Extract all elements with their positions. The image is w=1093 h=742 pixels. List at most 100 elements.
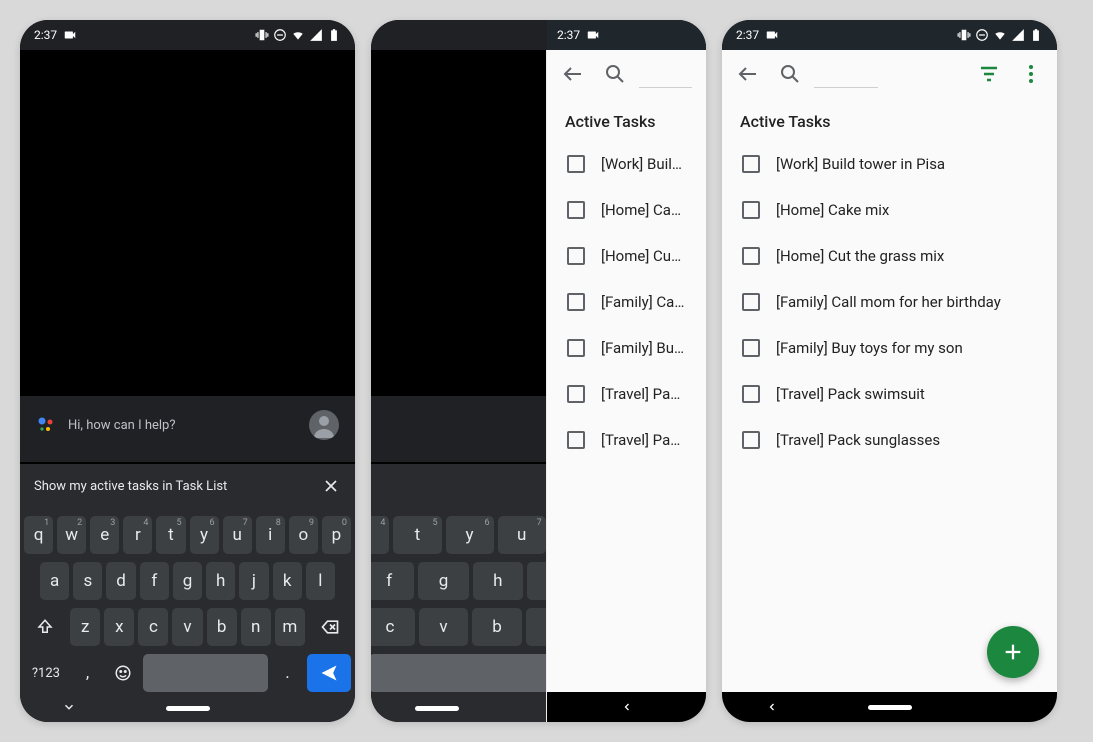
search-input[interactable] [814, 64, 878, 88]
key-h[interactable]: h [473, 562, 523, 600]
task-row[interactable]: [Home] Cut th [555, 233, 698, 279]
key-o[interactable]: o9 [289, 516, 318, 554]
close-icon[interactable] [321, 476, 341, 496]
key-c[interactable]: c [138, 608, 168, 646]
task-checkbox[interactable] [567, 339, 585, 357]
assistant-prompt: Hi, how can I help? [68, 418, 176, 433]
key-u[interactable]: u7 [498, 516, 546, 554]
nav-chevron-down-icon[interactable] [62, 699, 76, 718]
key-l[interactable]: l [306, 562, 335, 600]
overflow-menu-icon[interactable] [1019, 62, 1043, 86]
task-row[interactable]: [Travel] Pack swimsuit [730, 371, 1049, 417]
key-z[interactable]: z [70, 608, 100, 646]
key-q[interactable]: q1 [24, 516, 53, 554]
key-b[interactable]: b [207, 608, 237, 646]
nav-back-icon[interactable] [766, 698, 778, 717]
key-f[interactable]: f [371, 562, 414, 600]
back-icon[interactable] [561, 62, 585, 86]
emoji-key[interactable] [107, 654, 138, 692]
task-row[interactable]: [Family] Call n [555, 279, 698, 325]
send-key[interactable] [307, 654, 351, 692]
key-v[interactable]: v [172, 608, 202, 646]
task-checkbox[interactable] [742, 431, 760, 449]
key-n[interactable]: n [241, 608, 271, 646]
key-x[interactable]: x [104, 608, 134, 646]
key-r[interactable]: r4 [123, 516, 152, 554]
home-pill[interactable] [166, 706, 210, 711]
key-h[interactable]: h [206, 562, 235, 600]
task-row[interactable]: [Home] Cut the grass mix [730, 233, 1049, 279]
task-row[interactable]: [Travel] Pack s [555, 417, 698, 463]
shift-key[interactable] [24, 608, 66, 646]
task-checkbox[interactable] [567, 293, 585, 311]
task-row[interactable]: [Work] Build tower in Pisa [730, 141, 1049, 187]
task-checkbox[interactable] [567, 155, 585, 173]
key-f[interactable]: f [140, 562, 169, 600]
task-checkbox[interactable] [742, 247, 760, 265]
key-u[interactable]: u7 [223, 516, 252, 554]
key-a[interactable]: a [40, 562, 69, 600]
task-checkbox[interactable] [567, 431, 585, 449]
task-row[interactable]: [Work] Build t [555, 141, 698, 187]
input-text: Show my active tasks in Task List [34, 479, 227, 494]
task-checkbox[interactable] [567, 385, 585, 403]
key-t[interactable]: t5 [156, 516, 185, 554]
key-i[interactable]: i8 [256, 516, 285, 554]
add-task-fab[interactable] [987, 626, 1039, 678]
key-b[interactable]: b [472, 608, 521, 646]
comma-key[interactable]: , [72, 654, 103, 692]
task-checkbox[interactable] [567, 201, 585, 219]
phone-screen-1: 2:37 Hi, how can I help? [20, 20, 355, 722]
key-g[interactable]: g [173, 562, 202, 600]
key-m[interactable]: m [275, 608, 305, 646]
task-label: [Home] Cake mix [776, 201, 889, 219]
task-row[interactable]: [Home] Cake [555, 187, 698, 233]
task-checkbox[interactable] [567, 247, 585, 265]
backspace-key[interactable] [309, 608, 351, 646]
key-j[interactable]: j [239, 562, 268, 600]
key-v[interactable]: v [419, 608, 468, 646]
key-g[interactable]: g [418, 562, 468, 600]
task-row[interactable]: [Family] Call mom for her birthday [730, 279, 1049, 325]
key-c[interactable]: c [371, 608, 415, 646]
task-checkbox[interactable] [742, 201, 760, 219]
avatar[interactable] [309, 410, 339, 440]
input-bar[interactable]: Show my active tasks in Task List [20, 464, 355, 508]
task-row[interactable]: [Family] Buy t [555, 325, 698, 371]
period-key[interactable]: . [272, 654, 303, 692]
search-input[interactable] [639, 64, 692, 88]
keyboard[interactable]: q1w2e3r4t5y6u7i8o9p0 asdfghjkl zxcvbnm ?… [20, 508, 355, 722]
assistant-sheet: Hi, how can I help? [20, 396, 355, 462]
key-t[interactable]: t5 [393, 516, 441, 554]
key-e[interactable]: e3 [90, 516, 119, 554]
key-d[interactable]: d [106, 562, 135, 600]
space-key[interactable] [143, 654, 268, 692]
key-y[interactable]: y6 [446, 516, 494, 554]
key-r[interactable]: r4 [371, 516, 389, 554]
task-row[interactable]: [Home] Cake mix [730, 187, 1049, 233]
symbols-key[interactable]: ?123 [24, 654, 68, 692]
back-icon[interactable] [736, 62, 760, 86]
search-icon[interactable] [603, 62, 627, 86]
key-p[interactable]: p0 [322, 516, 351, 554]
key-k[interactable]: k [273, 562, 302, 600]
task-checkbox[interactable] [742, 293, 760, 311]
search-icon[interactable] [778, 62, 802, 86]
nav-back-icon[interactable] [621, 698, 633, 717]
task-row[interactable]: [Family] Buy toys for my son [730, 325, 1049, 371]
home-pill[interactable] [415, 706, 459, 711]
task-row[interactable]: [Travel] Pack sunglasses [730, 417, 1049, 463]
task-label: [Travel] Pack sunglasses [776, 431, 940, 449]
key-y[interactable]: y6 [190, 516, 219, 554]
camera-icon [63, 28, 77, 42]
key-s[interactable]: s [73, 562, 102, 600]
filter-icon[interactable] [977, 62, 1001, 86]
task-row[interactable]: [Travel] Pack s [555, 371, 698, 417]
task-checkbox[interactable] [742, 385, 760, 403]
space-key[interactable] [371, 654, 572, 692]
home-pill[interactable] [868, 705, 912, 710]
key-w[interactable]: w2 [57, 516, 86, 554]
task-checkbox[interactable] [742, 155, 760, 173]
task-checkbox[interactable] [742, 339, 760, 357]
task-label: [Home] Cut th [601, 247, 686, 265]
